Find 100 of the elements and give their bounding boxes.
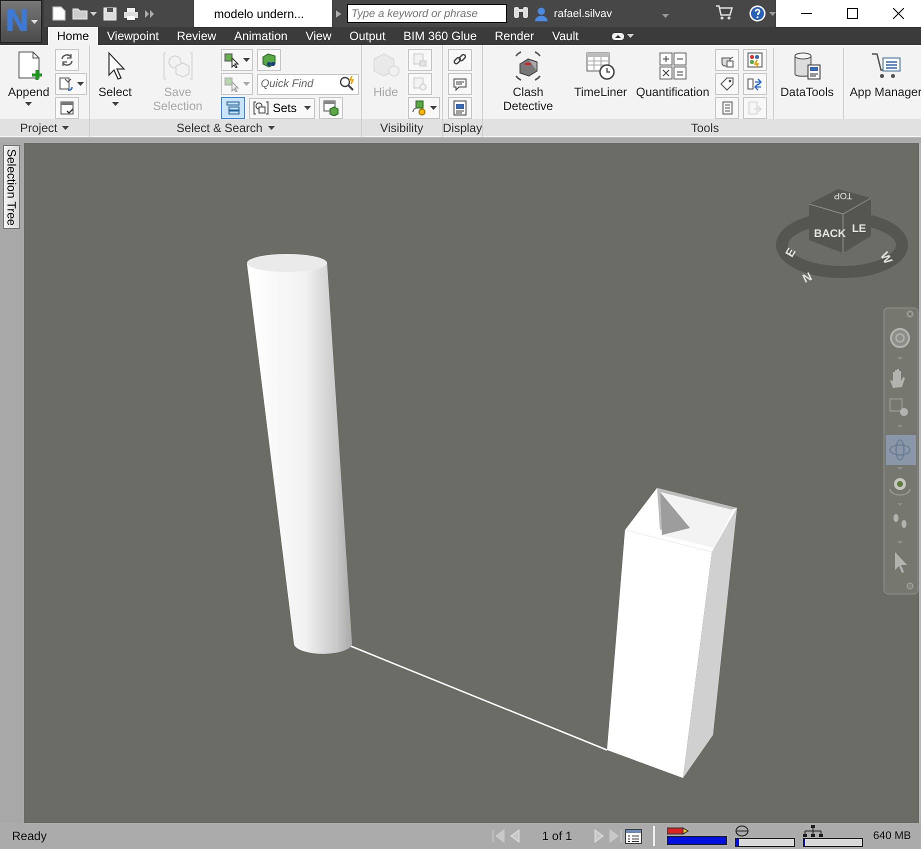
view-cube-label: TOP (834, 191, 852, 201)
cylinder-model[interactable] (247, 254, 352, 654)
ribbon-tab[interactable]: Review (168, 27, 226, 45)
binoculars-icon (513, 5, 530, 19)
ribbon-icon-button[interactable] (55, 97, 80, 119)
cube-binoculars-icon (260, 52, 277, 68)
ribbon-icon-button[interactable] (256, 49, 281, 71)
panel-title[interactable]: Select & Search (90, 119, 361, 136)
ribbon-tab[interactable]: View (296, 27, 340, 45)
chevron-right-icon (336, 10, 342, 18)
ribbon-icon-button[interactable] (55, 73, 88, 95)
caret-icon (112, 102, 119, 106)
window-list-icon (452, 100, 468, 116)
list-window-icon (625, 828, 642, 844)
document-title: modelo undern... (214, 6, 304, 20)
compass-letter: N (800, 269, 814, 286)
ribbon-button[interactable]: Clash Detective (488, 48, 568, 119)
panel-title[interactable]: Tools (483, 119, 921, 136)
ribbon-icon-button[interactable] (715, 49, 740, 71)
ribbon-icon-button[interactable] (743, 73, 768, 95)
grid-bolt-icon (747, 52, 764, 68)
ribbon-tab[interactable]: Viewpoint (98, 27, 168, 45)
ribbon-button[interactable]: Append (5, 48, 52, 119)
view-cube-label: BACK (814, 228, 846, 240)
last-page-icon (609, 828, 624, 844)
navigation-tool[interactable] (890, 478, 910, 496)
export-icon (747, 100, 764, 116)
caret-icon (25, 102, 32, 106)
caret-icon (30, 20, 38, 24)
panel-title[interactable]: Project (0, 119, 90, 136)
panel-title[interactable]: Visibility (362, 119, 442, 136)
compare-arrows-icon (747, 76, 764, 92)
ribbon-button[interactable]: Select (95, 48, 135, 119)
pill-icon (612, 32, 624, 40)
page-indicator: 1 of 1 (542, 829, 572, 843)
ribbon-tab[interactable]: BIM 360 Glue (394, 27, 486, 45)
sets-dropdown[interactable]: Sets (248, 98, 315, 118)
ribbon-tab[interactable]: Home (48, 27, 98, 45)
ribbon-icon-button[interactable] (448, 73, 472, 95)
ribbon-tab[interactable]: Vault (543, 27, 588, 45)
3d-viewport[interactable]: TOP BACK LE E N W (24, 143, 919, 823)
printer-icon (123, 6, 139, 20)
page-icon (52, 6, 66, 21)
caret-icon (242, 58, 250, 62)
caret-icon (769, 12, 776, 16)
ribbon-icon-button[interactable] (220, 97, 245, 119)
ribbon-icon-button[interactable] (408, 97, 440, 119)
ribbon-icon-button[interactable] (448, 97, 472, 119)
ribbon-tab[interactable]: Animation (225, 27, 297, 45)
new-file-button[interactable] (52, 6, 66, 21)
caret-icon (304, 106, 311, 110)
calculator-icon (656, 50, 689, 82)
ribbon-icon-button[interactable] (448, 49, 472, 71)
bulb-cube-icon (410, 100, 427, 116)
ribbon-button[interactable]: Quantification (633, 48, 712, 119)
sheet-browser-button[interactable] (624, 828, 644, 844)
open-button[interactable] (72, 7, 97, 20)
help-button[interactable] (749, 5, 776, 22)
print-button[interactable] (123, 6, 139, 20)
first-page-icon (491, 828, 506, 844)
ribbon-tab[interactable]: Output (340, 27, 394, 45)
caret-icon (662, 14, 669, 18)
ribbon-tab[interactable]: Render (486, 27, 544, 45)
refresh-icon (59, 52, 76, 68)
sets-icon (252, 100, 269, 116)
view-cube-label: LE (852, 223, 866, 235)
caret-icon (90, 12, 97, 16)
ribbon-icon-button[interactable] (715, 97, 740, 119)
ribbon-icon-button[interactable] (743, 49, 768, 71)
tag-icon (719, 76, 736, 92)
tree-list-icon (224, 100, 241, 116)
minimize-icon (800, 13, 812, 14)
more-tools-button[interactable] (145, 10, 155, 18)
table-clock-icon (584, 50, 617, 82)
panel-title[interactable]: Display (442, 119, 482, 136)
merge-icon (58, 76, 74, 92)
compass-letter: E (782, 246, 799, 260)
ribbon-icon-button[interactable] (318, 97, 343, 119)
pencil-icon (667, 827, 690, 835)
box-model[interactable] (607, 488, 737, 778)
shapes-icon (162, 50, 194, 82)
user-name: rafael.silvav (554, 8, 612, 20)
ribbon-icon-button[interactable] (715, 73, 740, 95)
store-button[interactable] (715, 4, 733, 22)
ribbon-button[interactable]: TimeLiner (571, 48, 630, 119)
ribbon-icon-button[interactable] (55, 49, 80, 71)
window-check-icon (59, 100, 76, 116)
caret-icon (268, 126, 275, 130)
double-chevron-icon (145, 10, 155, 18)
selection-tree-tab[interactable]: Selection Tree (3, 145, 20, 229)
help-icon (749, 5, 766, 22)
caret-icon (626, 34, 634, 38)
ribbon-button[interactable]: DataTools (773, 48, 837, 119)
bulb-box-icon (412, 76, 428, 92)
lock-box-icon (412, 52, 428, 68)
maximize-icon (846, 8, 858, 19)
search-field[interactable]: Type a keyword or phrase (347, 4, 508, 23)
save-button[interactable] (103, 6, 117, 20)
cart-icon (715, 4, 733, 20)
ribbon-icon-button[interactable] (220, 49, 253, 71)
